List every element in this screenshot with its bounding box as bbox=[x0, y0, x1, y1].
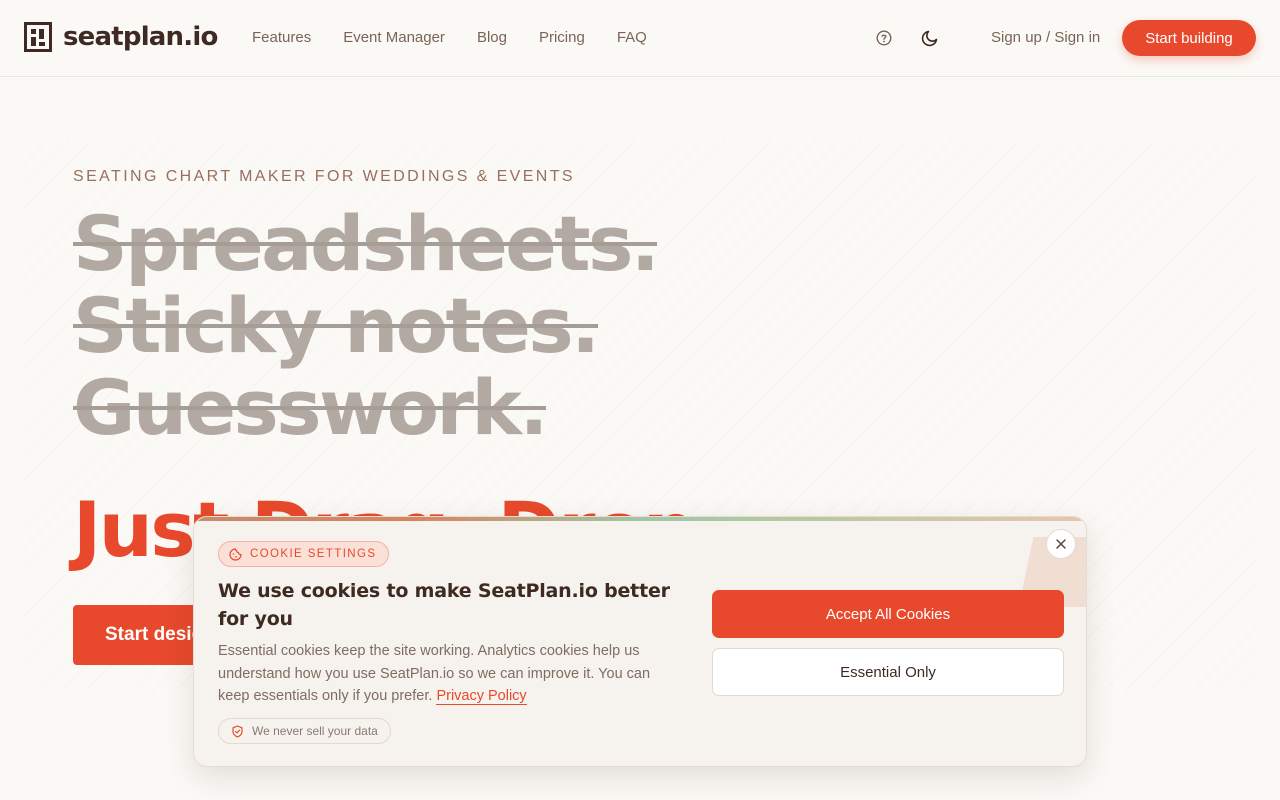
dialog-title: We use cookies to make SeatPlan.io bette… bbox=[218, 580, 670, 630]
close-icon bbox=[1056, 539, 1066, 549]
strike-line bbox=[73, 324, 598, 328]
privacy-note-badge: We never sell your data bbox=[218, 718, 391, 744]
cookie-consent-dialog: COOKIE SETTINGS We use cookies to make S… bbox=[193, 516, 1087, 767]
site-header: seatplan.io Features Event Manager Blog … bbox=[0, 0, 1280, 77]
question-circle-icon bbox=[876, 30, 892, 46]
start-building-button[interactable]: Start building bbox=[1122, 20, 1256, 56]
privacy-policy-link[interactable]: Privacy Policy bbox=[436, 688, 527, 705]
strike-line bbox=[73, 406, 546, 410]
cookie-settings-badge: COOKIE SETTINGS bbox=[218, 541, 390, 567]
theme-toggle[interactable] bbox=[919, 27, 941, 49]
dialog-gradient-bar bbox=[194, 517, 1086, 521]
hero-eyebrow: SEATING CHART MAKER FOR WEDDINGS & EVENT… bbox=[73, 168, 576, 185]
struck-headline-sticky-notes: Sticky notes. bbox=[73, 286, 600, 366]
nav-pricing[interactable]: Pricing bbox=[539, 28, 585, 48]
logo-icon bbox=[24, 22, 52, 52]
moon-icon bbox=[921, 30, 938, 47]
badge-label: COOKIE SETTINGS bbox=[250, 548, 377, 560]
nav-features[interactable]: Features bbox=[252, 28, 311, 48]
signin-link[interactable]: Sign up / Sign in bbox=[991, 28, 1100, 48]
note-text: We never sell your data bbox=[252, 724, 378, 738]
dialog-body-text: Essential cookies keep the site working.… bbox=[218, 643, 651, 704]
essential-only-button[interactable]: Essential Only bbox=[712, 648, 1064, 696]
struck-headline-spreadsheets: Spreadsheets. bbox=[73, 204, 660, 284]
shield-check-icon bbox=[231, 724, 244, 738]
nav-faq[interactable]: FAQ bbox=[617, 28, 647, 48]
strike-line bbox=[73, 242, 658, 246]
logo[interactable]: seatplan.io bbox=[24, 20, 218, 54]
help-button[interactable] bbox=[873, 27, 895, 49]
nav-blog[interactable]: Blog bbox=[477, 28, 507, 48]
logo-text: seatplan.io bbox=[63, 22, 218, 52]
accept-all-cookies-button[interactable]: Accept All Cookies bbox=[712, 590, 1064, 638]
dialog-body: Essential cookies keep the site working.… bbox=[218, 640, 668, 708]
main-nav: Features Event Manager Blog Pricing FAQ bbox=[252, 28, 679, 48]
nav-event-manager[interactable]: Event Manager bbox=[343, 28, 445, 48]
cookie-icon bbox=[229, 547, 242, 561]
close-button[interactable] bbox=[1046, 529, 1076, 559]
struck-headline-guesswork: Guesswork. bbox=[73, 368, 548, 448]
